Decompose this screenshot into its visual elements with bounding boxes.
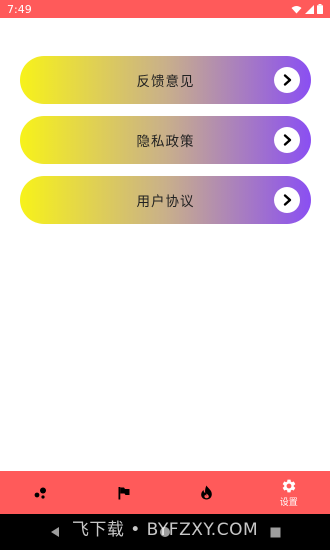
tab-settings[interactable]: 设置 bbox=[248, 471, 330, 514]
status-time: 7:49 bbox=[7, 2, 32, 16]
back-icon[interactable] bbox=[49, 526, 61, 538]
tab-flag[interactable] bbox=[83, 471, 166, 514]
user-agreement-item[interactable]: 用户协议 bbox=[20, 176, 311, 224]
privacy-policy-label: 隐私政策 bbox=[136, 134, 195, 150]
battery-icon bbox=[317, 4, 323, 14]
privacy-policy-item[interactable]: 隐私政策 bbox=[20, 116, 311, 164]
tab-hot[interactable] bbox=[165, 471, 248, 514]
wifi-icon bbox=[291, 5, 302, 13]
signal-icon bbox=[305, 4, 314, 14]
user-agreement-label: 用户协议 bbox=[136, 194, 195, 210]
chevron-right-icon bbox=[274, 67, 300, 93]
flag-icon bbox=[118, 486, 130, 499]
chevron-right-icon bbox=[274, 127, 300, 153]
bubbles-icon bbox=[34, 487, 47, 499]
status-icons bbox=[291, 4, 323, 14]
feedback-item[interactable]: 反馈意见 bbox=[20, 56, 311, 104]
home-icon[interactable] bbox=[159, 526, 171, 538]
feedback-label: 反馈意见 bbox=[136, 74, 195, 90]
gear-icon bbox=[282, 479, 295, 492]
fire-icon bbox=[200, 485, 212, 500]
tab-settings-label: 设置 bbox=[279, 497, 298, 508]
tab-home[interactable] bbox=[0, 471, 83, 514]
status-bar: 7:49 bbox=[0, 0, 330, 18]
recents-icon[interactable] bbox=[270, 527, 281, 538]
bottom-tab-bar: 设置 bbox=[0, 471, 330, 514]
chevron-right-icon bbox=[274, 187, 300, 213]
system-nav-bar bbox=[0, 514, 330, 550]
